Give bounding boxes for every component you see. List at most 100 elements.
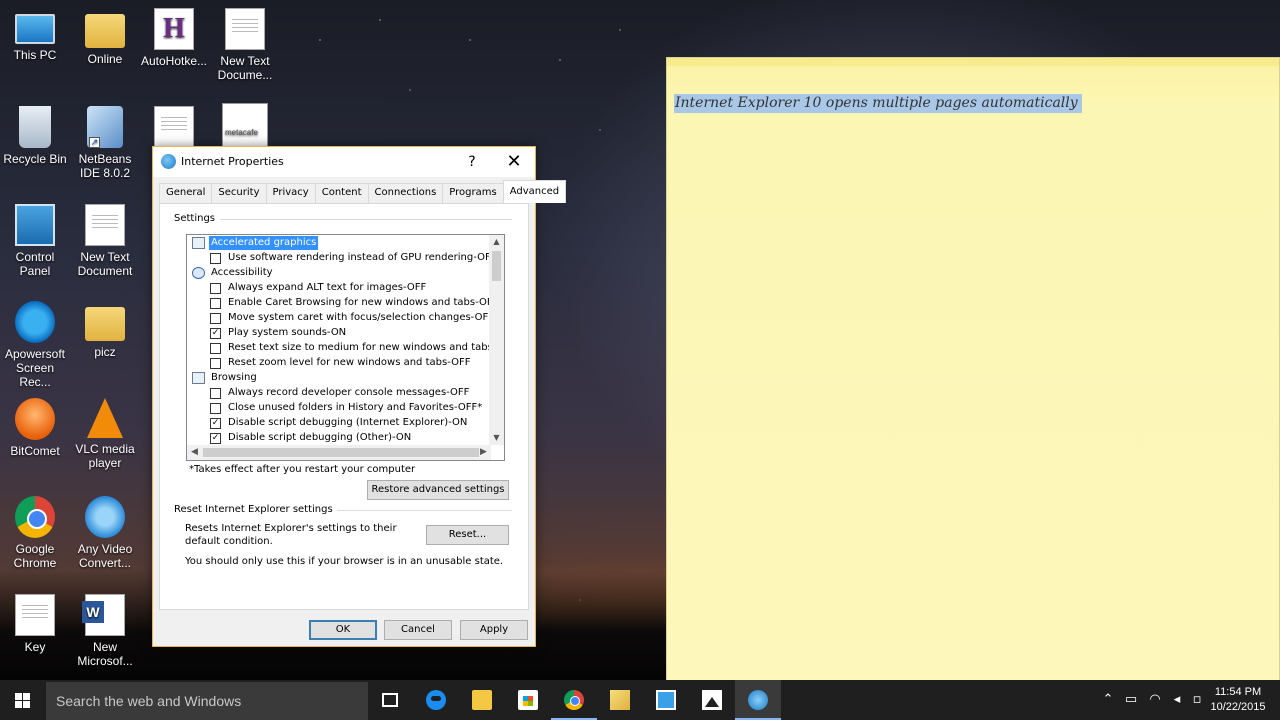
taskbar-search-box[interactable]: Search the web and Windows [46,682,368,720]
desktop-icon-netbeans[interactable]: ↗ NetBeans IDE 8.0.2 [69,106,141,180]
tree-option-label: Reset zoom level for new windows and tab… [228,357,471,368]
taskbar-edge[interactable] [413,680,459,720]
dialog-titlebar[interactable]: Internet Properties ? ✕ [153,147,535,177]
wifi-icon[interactable]: ◠ [1146,680,1164,720]
reset-button[interactable]: Reset... [426,525,509,545]
desktop-icon-new-text-document-1[interactable]: New Text Docume... [209,8,281,82]
cancel-button[interactable]: Cancel [384,620,452,640]
reset-group-line [330,510,512,511]
tab-advanced[interactable]: Advanced [502,180,567,203]
scroll-right-icon[interactable]: ▶ [476,445,491,460]
show-hidden-icons-chevron-icon[interactable]: ⌃ [1100,680,1116,720]
checkbox[interactable] [210,313,221,324]
desktop-icon-any-video-converter[interactable]: Any Video Convert... [69,496,141,570]
tab-content[interactable]: Content [314,183,369,203]
checkbox-checked[interactable]: ✓ [210,418,221,429]
start-button[interactable] [0,680,46,720]
checkbox[interactable] [210,403,221,414]
desktop-icon-this-pc[interactable]: This PC [0,8,71,62]
scroll-down-icon[interactable]: ▼ [489,431,504,445]
help-button[interactable]: ? [459,150,485,174]
desktop-icon-label: picz [94,345,116,359]
taskbar-file-explorer[interactable] [459,680,505,720]
traffic-cone-icon [87,398,123,438]
checkbox-checked[interactable]: ✓ [210,433,221,444]
battery-icon[interactable]: ▭ [1122,680,1140,720]
sticky-note-text[interactable]: Internet Explorer 10 opens multiple page… [674,94,1082,113]
desktop-icon-bitcomet[interactable]: BitComet [0,398,71,458]
taskbar-folder[interactable] [597,680,643,720]
text-document-icon [15,594,55,636]
tab-programs[interactable]: Programs [442,183,504,203]
tab-connections[interactable]: Connections [367,183,444,203]
taskbar-internet-options[interactable] [735,680,781,720]
text-document-icon [85,204,125,246]
tab-strip: General Security Privacy Content Connect… [159,180,567,203]
desktop-icon-online[interactable]: Online [69,8,141,66]
advanced-tab-panel: Settings Accelerated graphics Use softwa… [159,203,529,610]
checkbox[interactable] [210,283,221,294]
tree-category-label: Accessibility [211,267,273,278]
desktop-icon-metacafe[interactable]: metacafe [209,103,281,151]
metacafe-icon: metacafe [222,103,268,147]
desktop-icon-apowersoft[interactable]: Apowersoft Screen Rec... [0,301,71,389]
chrome-icon [15,496,55,538]
desktop-icon-label: New Text Docume... [217,54,273,82]
reset-description: Resets Internet Explorer's settings to t… [185,523,397,547]
checkbox[interactable] [210,343,221,354]
desktop-icon-label: This PC [13,48,57,62]
checkbox[interactable] [210,358,221,369]
settings-group-label: Settings [174,213,220,224]
desktop-icon-picz[interactable]: picz [69,301,141,359]
desktop-icon-new-text-document-2[interactable]: New Text Document [69,204,141,278]
internet-options-icon [748,690,768,710]
sticky-note-titlebar[interactable] [667,58,1279,66]
desktop-icon-google-chrome[interactable]: Google Chrome [0,496,71,570]
advanced-settings-tree[interactable]: Accelerated graphics Use software render… [186,234,505,461]
tree-option-label: Disable script debugging (Other)-ON [228,432,412,443]
desktop-icon-autohotkey[interactable]: H AutoHotke... [138,8,210,68]
scrollbar-thumb[interactable] [492,251,501,281]
vertical-scrollbar[interactable]: ▲ ▼ [489,235,504,445]
desktop-icon-label: New Microsof... [77,640,133,668]
apply-button[interactable]: Apply [460,620,528,640]
scrollbar-thumb[interactable] [203,448,479,457]
edge-icon [426,690,446,710]
desktop-icon-label: NetBeans IDE 8.0.2 [78,152,132,180]
desktop-icon-vlc[interactable]: VLC media player [69,398,141,470]
taskbar-chrome[interactable] [551,680,597,720]
folder-icon [85,14,125,48]
scroll-up-icon[interactable]: ▲ [489,235,504,249]
ok-button[interactable]: OK [309,620,377,640]
taskbar-control-panel[interactable] [643,680,689,720]
checkbox-checked[interactable]: ✓ [210,328,221,339]
internet-options-icon [161,154,176,169]
checkbox[interactable] [210,388,221,399]
system-clock[interactable]: 11:54 PM 10/22/2015 [1206,685,1270,715]
desktop-icon-label: New Text Document [77,250,133,278]
desktop-icon-new-microsoft-word[interactable]: New Microsof... [69,594,141,668]
sticky-note[interactable]: Internet Explorer 10 opens multiple page… [666,57,1280,681]
file-explorer-icon [472,690,492,710]
checkbox[interactable] [210,253,221,264]
desktop-icon-control-panel[interactable]: Control Panel [0,204,71,278]
autohotkey-icon: H [154,8,194,50]
desktop-icon-recycle-bin[interactable]: Recycle Bin [0,106,71,166]
restore-advanced-settings-button[interactable]: Restore advanced settings [367,480,509,500]
task-view-button[interactable] [367,680,413,720]
desktop-icon-key[interactable]: Key [0,594,71,654]
scroll-left-icon[interactable]: ◀ [187,445,202,460]
desktop-icon-label: Google Chrome [13,542,57,570]
shortcut-arrow-icon: ↗ [89,137,100,148]
tab-privacy[interactable]: Privacy [265,183,316,203]
notification-icon[interactable]: ▫ [1190,680,1204,720]
taskbar-store[interactable] [505,680,551,720]
desktop-icon-label: Apowersoft Screen Rec... [4,347,66,389]
tab-security[interactable]: Security [211,183,267,203]
tab-general[interactable]: General [159,183,213,203]
close-button[interactable]: ✕ [501,150,527,174]
volume-icon[interactable]: ◂ [1168,680,1186,720]
horizontal-scrollbar[interactable]: ◀ ▶ [187,445,491,460]
taskbar-photos[interactable] [689,680,735,720]
checkbox[interactable] [210,298,221,309]
